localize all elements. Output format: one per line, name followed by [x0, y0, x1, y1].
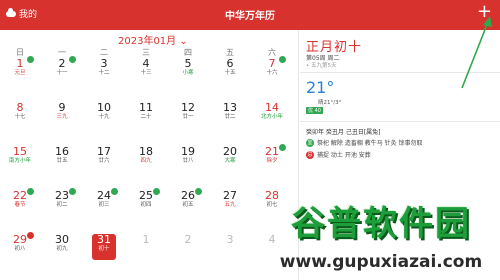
watermark: 谷普软件园 www.gupuxiazai.com [262, 196, 500, 280]
watermark-text: 谷普软件园 [291, 204, 471, 244]
watermark-url: www.gupuxiazai.com [279, 252, 483, 272]
